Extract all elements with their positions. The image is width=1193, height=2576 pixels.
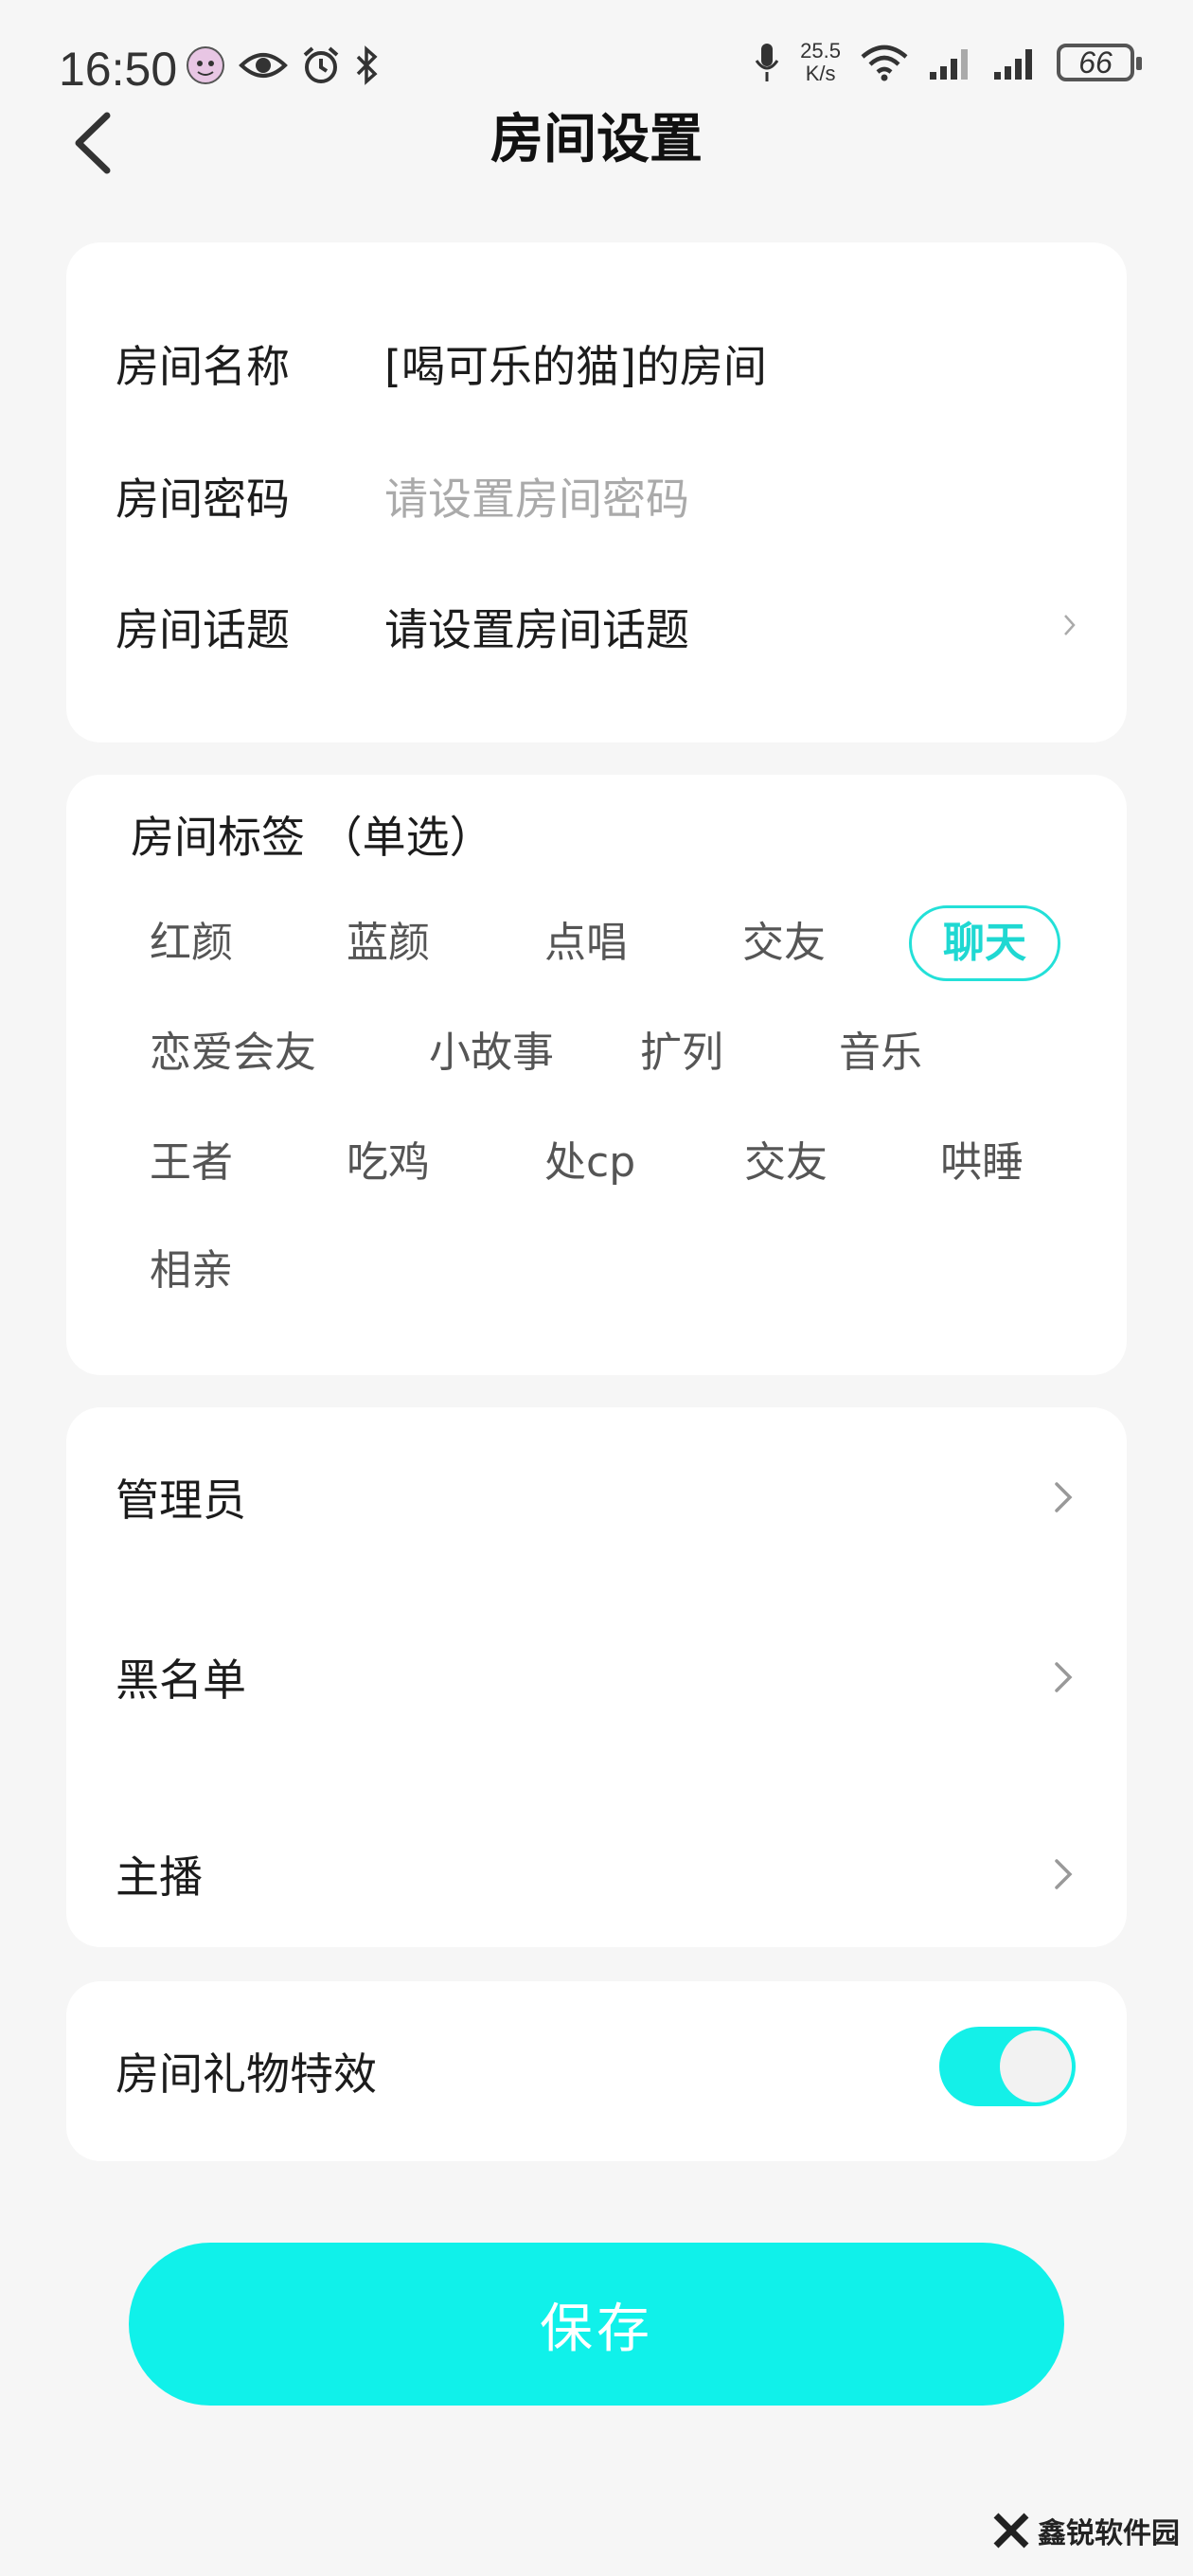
tag-item[interactable]: 处cp (544, 1125, 686, 1201)
tag-item[interactable]: 交友 (742, 905, 867, 981)
gift-effect-row: 房间礼物特效 (116, 2029, 890, 2114)
tag-item[interactable]: 吃鸡 (347, 1125, 472, 1201)
gift-effect-toggle[interactable] (939, 2027, 1076, 2106)
room-topic-label: 房间话题 (116, 604, 290, 655)
microphone-icon (755, 44, 779, 81)
room-tags-card: 房间标签 （单选） 红颜 蓝颜 点唱 交友 聊天 恋爱会友 小故事 扩列 音乐 王者 吃鸡 处cp 交友… (66, 775, 1127, 1375)
bluetooth-icon (356, 45, 378, 85)
avatar-app-icon (187, 46, 224, 84)
room-name-label: 房间名称 (116, 341, 290, 392)
room-name-row[interactable]: 房间名称 [喝可乐的猫]的房间 (116, 326, 1077, 402)
tag-item[interactable]: 交友 (744, 1125, 869, 1201)
room-password-row[interactable]: 房间密码 请设置房间密码 (116, 458, 1077, 534)
chevron-right-icon (1055, 1859, 1073, 1889)
tag-item[interactable]: 哄睡 (940, 1125, 1065, 1201)
net-speed-unit: K/s (805, 62, 836, 85)
room-topic-row[interactable]: 房间话题 请设置房间话题 (116, 589, 1077, 665)
tag-item[interactable]: 蓝颜 (347, 905, 472, 981)
tag-item[interactable]: 音乐 (839, 1015, 964, 1091)
management-card: 管理员 黑名单 主播 (66, 1407, 1127, 1947)
admin-row[interactable]: 管理员 (116, 1455, 1077, 1540)
signal-icon-2 (994, 49, 1032, 80)
tag-item[interactable]: 恋爱会友 (150, 1015, 348, 1091)
chevron-right-icon (1055, 1662, 1073, 1692)
chevron-right-icon (1055, 1482, 1073, 1512)
room-password-input[interactable]: 请设置房间密码 (384, 465, 1077, 528)
host-label: 主播 (116, 1852, 203, 1903)
eye-icon (239, 53, 288, 78)
watermark-logo-icon (993, 2513, 1029, 2549)
net-speed: 25.5 K/s (800, 40, 841, 85)
admin-label: 管理员 (116, 1475, 246, 1526)
room-name-input[interactable]: [喝可乐的猫]的房间 (384, 332, 1077, 395)
tag-item[interactable]: 聊天 (909, 905, 1060, 981)
tag-item[interactable]: 王者 (150, 1125, 275, 1201)
site-watermark: 鑫锐软件园 (992, 2510, 1180, 2551)
host-row[interactable]: 主播 (116, 1832, 1077, 1917)
tag-item[interactable]: 小故事 (429, 1015, 586, 1091)
watermark-text: 鑫锐软件园 (1038, 2517, 1180, 2550)
page-title: 房间设置 (490, 109, 703, 170)
tag-item[interactable]: 相亲 (150, 1233, 275, 1309)
signal-icon-1 (930, 49, 968, 80)
tag-item[interactable]: 点唱 (544, 905, 669, 981)
alarm-icon (303, 46, 339, 83)
gift-effect-card: 房间礼物特效 (66, 1981, 1127, 2161)
save-button[interactable]: 保存 (129, 2243, 1064, 2406)
net-speed-value: 25.5 (800, 39, 841, 63)
blacklist-row[interactable]: 黑名单 (116, 1635, 1077, 1720)
room-password-label: 房间密码 (116, 474, 290, 525)
gift-effect-label: 房间礼物特效 (116, 2048, 377, 2100)
room-topic-value: 请设置房间话题 (384, 604, 689, 655)
battery-indicator: 66 (1057, 44, 1142, 81)
room-info-card: 房间名称 [喝可乐的猫]的房间 房间密码 请设置房间密码 房间话题 请设置房间话… (66, 242, 1127, 742)
room-tags-title: 房间标签 （单选） (131, 812, 493, 863)
tag-item[interactable]: 红颜 (150, 905, 275, 981)
wifi-icon (861, 45, 908, 81)
blacklist-label: 黑名单 (116, 1655, 246, 1706)
status-time: 16:50 (59, 43, 178, 96)
tag-item[interactable]: 扩列 (640, 1015, 763, 1091)
toggle-knob (1000, 2030, 1072, 2102)
chevron-right-icon (1064, 615, 1076, 635)
